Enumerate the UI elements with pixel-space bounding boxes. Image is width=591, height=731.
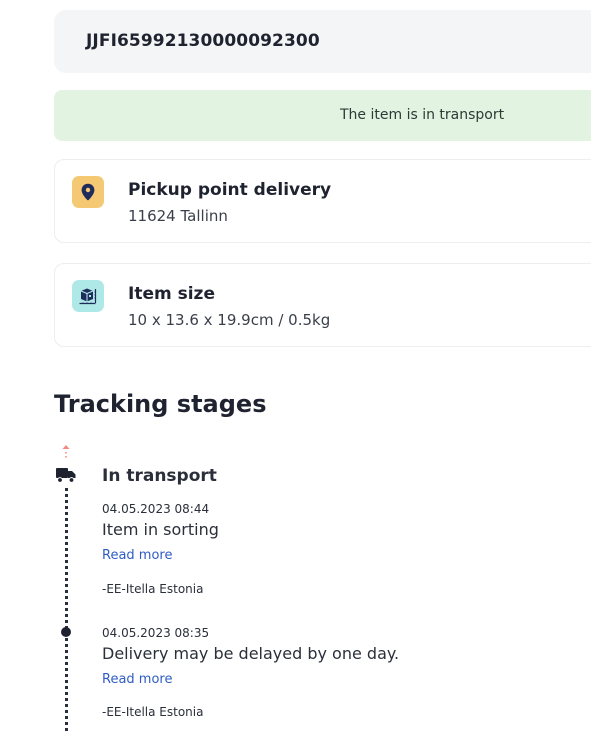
stage-in-transport: In transport <box>102 466 217 486</box>
pickup-location: 11624 Tallinn <box>128 207 228 225</box>
status-text: The item is in transport <box>340 107 505 123</box>
read-more-link[interactable]: Read more <box>102 548 172 563</box>
pickup-point-card: Pickup point delivery 11624 Tallinn <box>54 159 591 243</box>
timeline-line <box>65 488 68 731</box>
event-datetime: 04.05.2023 08:44 <box>102 502 210 516</box>
tracking-stages-heading: Tracking stages <box>54 390 267 418</box>
status-banner: The item is in transport <box>54 90 591 141</box>
event-source: -EE-Itella Estonia <box>102 705 204 719</box>
item-size-value: 10 x 13.6 x 19.9cm / 0.5kg <box>128 311 331 329</box>
map-pin-icon <box>72 176 104 208</box>
arrow-up-icon <box>62 445 70 458</box>
item-size-card: Item size 10 x 13.6 x 19.9cm / 0.5kg <box>54 263 591 347</box>
item-size-title: Item size <box>128 284 215 304</box>
tracking-number: JJFI65992130000092300 <box>86 31 320 51</box>
tracking-page: JJFI65992130000092300 The item is in tra… <box>0 0 591 731</box>
timeline-dot <box>61 627 71 637</box>
package-size-icon <box>72 280 104 312</box>
event-description: Delivery may be delayed by one day. <box>102 644 400 663</box>
pickup-title: Pickup point delivery <box>128 180 332 200</box>
truck-icon <box>56 468 76 483</box>
event-description: Item in sorting <box>102 520 219 539</box>
event-datetime: 04.05.2023 08:35 <box>102 626 210 640</box>
read-more-link[interactable]: Read more <box>102 672 172 687</box>
tracking-number-box: JJFI65992130000092300 <box>54 10 591 73</box>
event-source: -EE-Itella Estonia <box>102 582 204 596</box>
